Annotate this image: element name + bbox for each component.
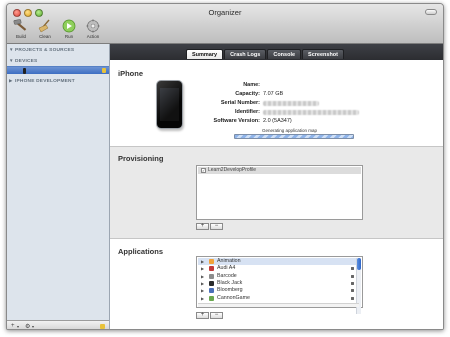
lock-icon	[351, 267, 354, 271]
run-icon	[61, 19, 77, 33]
disclosure-triangle-icon[interactable]: ▶	[201, 295, 204, 302]
tab-crash-logs[interactable]: Crash Logs	[224, 49, 267, 59]
clean-button[interactable]: Clean	[34, 19, 56, 39]
hammer-icon	[13, 19, 29, 33]
applications-section-title: Applications	[118, 247, 164, 256]
app-name: Barcode	[217, 272, 237, 279]
device-section-title: iPhone	[118, 69, 144, 78]
organizer-window: Organizer Build Clean Run Action ▼PROJEC…	[6, 3, 444, 330]
list-item[interactable]: ▶ Black Jack	[198, 280, 356, 287]
scrollbar-thumb[interactable]	[357, 258, 361, 270]
list-item[interactable]: ▶ Animation	[198, 258, 356, 266]
add-button[interactable]: +	[11, 323, 15, 329]
disclosure-triangle-icon[interactable]: ▶	[201, 280, 204, 287]
projects-sources-label: PROJECTS & SOURCES	[15, 48, 75, 53]
clean-label: Clean	[39, 34, 51, 39]
tab-summary[interactable]: Summary	[186, 49, 224, 59]
lock-icon	[351, 274, 354, 278]
title-bar: Organizer Build Clean Run Action	[7, 4, 443, 44]
resize-handle-icon[interactable]	[100, 324, 105, 329]
add-application-button[interactable]: +	[196, 312, 209, 319]
iphone-image	[156, 80, 183, 129]
window-title: Organizer	[208, 8, 242, 17]
tab-list: Summary Crash Logs Console Screenshot	[186, 49, 345, 59]
tab-console[interactable]: Console	[267, 49, 302, 59]
gear-icon	[85, 19, 101, 33]
software-label: Software Version:	[213, 118, 260, 124]
app-icon	[209, 280, 214, 286]
list-item[interactable]: ▶ Audi A4	[198, 265, 356, 272]
disclosure-triangle-icon[interactable]: ▶	[201, 273, 204, 280]
tab-bar: Summary Crash Logs Console Screenshot	[110, 44, 443, 60]
device-status-icon	[102, 68, 106, 73]
device-summary-section: iPhone Name: Capacity: 7.07 GB Serial Nu…	[110, 60, 443, 146]
progress-label: Generating application map	[262, 128, 318, 133]
capacity-value: 7.07 GB	[263, 91, 284, 97]
broom-icon	[37, 19, 53, 33]
app-name: CannonGame	[217, 294, 250, 301]
disclosure-triangle-icon[interactable]: ▶	[201, 265, 204, 272]
iphone-development-group[interactable]: ▶ IPHONE DEVELOPMENT	[9, 78, 75, 84]
gear-menu-icon[interactable]: ⚙	[25, 323, 30, 329]
add-profile-button[interactable]: +	[196, 223, 209, 230]
app-name: Audi A4	[217, 265, 236, 272]
iphone-icon	[23, 68, 26, 74]
app-icon	[209, 295, 214, 301]
provisioning-add-remove: + −	[196, 223, 224, 230]
disclosure-triangle-icon[interactable]: ▶	[201, 287, 204, 294]
profile-name: Learn2DevelopProfile	[208, 167, 257, 173]
applications-add-remove: + −	[196, 312, 224, 319]
list-item[interactable]: ▶ CannonGame	[198, 295, 356, 302]
lock-icon	[351, 296, 354, 300]
profile-checkbox[interactable]: ✓	[201, 168, 206, 173]
build-button[interactable]: Build	[10, 19, 32, 39]
lock-icon	[351, 289, 354, 293]
applications-list[interactable]: ▶ Animation ▶ Audi A4 ▶ Barcode ▶ Black Jack ▶ Bl…	[196, 256, 363, 314]
app-name: Animation	[217, 258, 241, 264]
identifier-label: Identifier:	[234, 109, 260, 115]
serial-label: Serial Number:	[220, 100, 260, 106]
list-item[interactable]: ✓ Learn2DevelopProfile	[198, 167, 361, 174]
projects-sources-group[interactable]: ▼PROJECTS & SOURCES	[9, 47, 74, 53]
devices-group[interactable]: ▼DEVICES	[9, 58, 37, 64]
serial-value-redacted	[263, 100, 319, 108]
app-name: Bloomberg	[217, 287, 243, 294]
capacity-label: Capacity:	[235, 91, 260, 97]
remove-profile-button[interactable]: −	[210, 223, 223, 230]
app-icon	[209, 273, 214, 279]
main-panel: Summary Crash Logs Console Screenshot iP…	[110, 44, 443, 329]
app-icon	[209, 288, 214, 294]
build-label: Build	[15, 34, 26, 39]
app-icon	[209, 266, 214, 272]
action-button[interactable]: Action	[82, 19, 104, 39]
applications-section: Applications ▶ Animation ▶ Audi A4 ▶ Barcode ▶…	[110, 238, 443, 329]
toolbar-toggle-button[interactable]	[425, 9, 437, 15]
disclosure-triangle-icon[interactable]: ▶	[201, 258, 204, 265]
remove-application-button[interactable]: −	[210, 312, 223, 319]
provisioning-section: Provisioning ✓ Learn2DevelopProfile + −	[110, 146, 443, 238]
add-menu-chevron-icon[interactable]: ▾	[17, 324, 19, 329]
action-label: Action	[86, 34, 100, 39]
list-item[interactable]: ▶ Barcode	[198, 273, 356, 280]
applications-horizontal-scrollbar[interactable]	[198, 303, 359, 307]
list-item[interactable]: ▶ Bloomberg	[198, 287, 356, 294]
sidebar: ▼PROJECTS & SOURCES ▼DEVICES ▶ IPHONE DEV…	[7, 44, 110, 329]
sidebar-footer: + ▾ ⚙ ▾	[7, 320, 109, 329]
iphone-development-label: IPHONE DEVELOPMENT	[15, 79, 75, 84]
app-icon	[209, 259, 214, 264]
provisioning-section-title: Provisioning	[118, 154, 164, 163]
sidebar-item-iphone[interactable]	[7, 66, 109, 74]
progress-bar	[234, 134, 354, 139]
run-button[interactable]: Run	[58, 19, 80, 39]
gear-menu-chevron-icon[interactable]: ▾	[32, 324, 34, 329]
identifier-value-redacted	[263, 109, 359, 117]
devices-label: DEVICES	[15, 59, 38, 64]
name-label: Name:	[243, 82, 260, 88]
app-name: Black Jack	[217, 279, 243, 286]
software-value: 2.0 (5A347)	[263, 118, 292, 124]
run-label: Run	[64, 34, 74, 39]
lock-icon	[351, 281, 354, 285]
tab-screenshot[interactable]: Screenshot	[302, 49, 345, 59]
provisioning-profile-list[interactable]: ✓ Learn2DevelopProfile	[196, 165, 363, 220]
